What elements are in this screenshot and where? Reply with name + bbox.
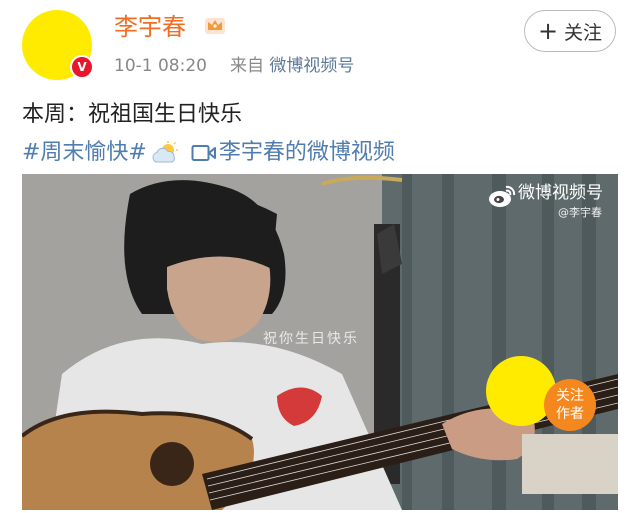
verified-badge: V bbox=[70, 55, 94, 79]
follow-author-line-1: 关注 bbox=[556, 388, 584, 404]
sun-behind-cloud-icon bbox=[152, 141, 178, 163]
video-link[interactable]: 李宇春的微博视频 bbox=[219, 137, 395, 169]
watermark-title: 微博视频号 bbox=[518, 183, 603, 203]
follow-label: 关注 bbox=[564, 21, 603, 44]
post-header: V 李宇春 10-1 08:20 来自 微博视频号 + 关注 bbox=[0, 0, 640, 90]
hashtag-link[interactable]: #周末愉快# bbox=[22, 137, 147, 169]
username[interactable]: 李宇春 bbox=[114, 12, 186, 42]
follow-button[interactable]: + 关注 bbox=[524, 10, 616, 52]
video-player[interactable]: 关注 作者 微博视频号 @李宇春 祝你生日快乐 bbox=[22, 174, 618, 510]
weibo-logo-icon bbox=[489, 185, 516, 207]
post-time: 10-1 08:20 bbox=[114, 56, 207, 76]
follow-author-line-2: 作者 bbox=[556, 406, 584, 422]
crown-icon bbox=[205, 18, 225, 34]
source-prefix: 来自 bbox=[230, 56, 264, 76]
post-text: 本周：祝祖国生日快乐 bbox=[22, 102, 243, 127]
source-link[interactable]: 微博视频号 bbox=[269, 56, 354, 76]
video-subtitle: 祝你生日快乐 bbox=[263, 331, 359, 347]
post-source: 来自 微博视频号 bbox=[230, 55, 354, 77]
watermark-user: @李宇春 bbox=[558, 206, 602, 219]
video-link-icon bbox=[191, 145, 216, 161]
follow-author-button[interactable]: 关注 作者 bbox=[544, 379, 596, 431]
plus-icon: + bbox=[537, 17, 559, 45]
post-tags: #周末愉快# 李宇春的微博视频 bbox=[22, 137, 395, 169]
